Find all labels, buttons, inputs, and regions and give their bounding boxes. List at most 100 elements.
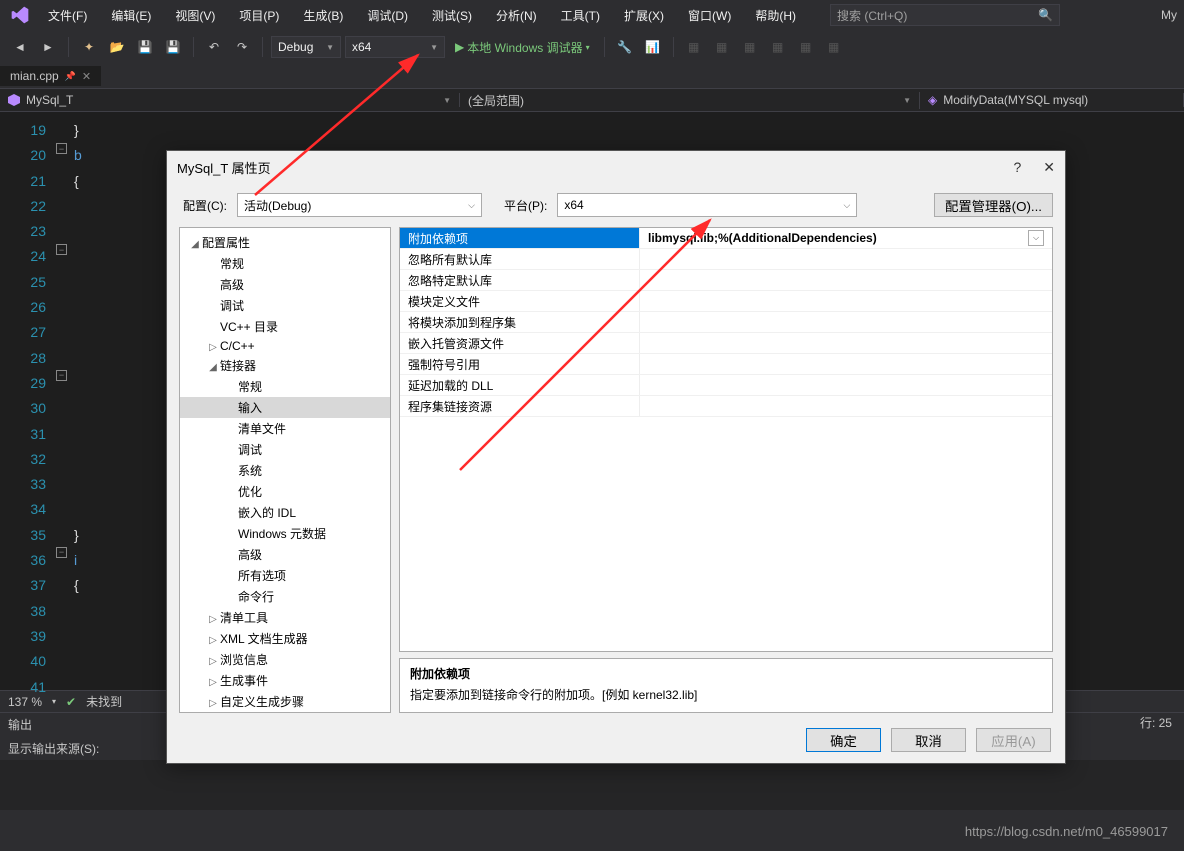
cancel-button[interactable]: 取消 xyxy=(891,728,966,752)
menu-debug[interactable]: 调试(D) xyxy=(357,3,418,28)
solution-platform-dropdown[interactable]: x64▼ xyxy=(345,36,445,58)
property-row[interactable]: 忽略所有默认库 xyxy=(400,249,1052,270)
expand-icon[interactable]: ▷ xyxy=(208,342,218,353)
property-value[interactable] xyxy=(640,354,1052,374)
property-value[interactable] xyxy=(640,270,1052,290)
menu-extensions[interactable]: 扩展(X) xyxy=(614,3,674,28)
expand-icon[interactable]: ▷ xyxy=(208,656,218,667)
output-panel-body[interactable] xyxy=(0,760,1184,810)
property-value[interactable] xyxy=(640,396,1052,416)
property-row[interactable]: 模块定义文件 xyxy=(400,291,1052,312)
apply-button[interactable]: 应用(A) xyxy=(976,728,1051,752)
menu-analyze[interactable]: 分析(N) xyxy=(486,3,547,28)
property-value[interactable] xyxy=(640,249,1052,269)
expand-icon[interactable]: ◢ xyxy=(190,239,200,250)
nav-function-dropdown[interactable]: ◈ ModifyData(MYSQL mysql) xyxy=(920,93,1184,107)
tool-icon[interactable]: ▦ xyxy=(710,35,734,59)
tree-item[interactable]: 命令行 xyxy=(180,586,390,607)
property-grid[interactable]: 附加依赖项libmysql.lib;%(AdditionalDependenci… xyxy=(399,227,1053,652)
config-dropdown[interactable]: 活动(Debug)⌵ xyxy=(237,193,482,217)
expand-icon[interactable]: ▷ xyxy=(208,635,218,646)
property-row[interactable]: 忽略特定默认库 xyxy=(400,270,1052,291)
property-row[interactable]: 强制符号引用 xyxy=(400,354,1052,375)
close-icon[interactable]: ✕ xyxy=(1043,159,1055,176)
tree-item[interactable]: ▷清单工具 xyxy=(180,607,390,628)
tree-item[interactable]: 常规 xyxy=(180,253,390,274)
property-value[interactable] xyxy=(640,333,1052,353)
menu-project[interactable]: 项目(P) xyxy=(229,3,289,28)
tool-icon[interactable]: ▦ xyxy=(738,35,762,59)
tool-icon[interactable]: ▦ xyxy=(682,35,706,59)
property-row[interactable]: 嵌入托管资源文件 xyxy=(400,333,1052,354)
tool-icon[interactable]: 📊 xyxy=(641,35,665,59)
new-project-icon[interactable]: ✦ xyxy=(77,35,101,59)
save-icon[interactable]: 💾 xyxy=(133,35,157,59)
nav-fwd-icon[interactable]: ► xyxy=(36,35,60,59)
tree-item[interactable]: 常规 xyxy=(180,376,390,397)
menu-tools[interactable]: 工具(T) xyxy=(551,3,610,28)
tree-item[interactable]: ◢配置属性 xyxy=(180,232,390,253)
menu-view[interactable]: 视图(V) xyxy=(165,3,225,28)
fold-toggle-icon[interactable]: − xyxy=(56,547,67,558)
tree-item[interactable]: VC++ 目录 xyxy=(180,316,390,337)
tree-item[interactable]: 高级 xyxy=(180,544,390,565)
tree-item[interactable]: ▷浏览信息 xyxy=(180,649,390,670)
expand-icon[interactable]: ▷ xyxy=(208,677,218,688)
property-value[interactable]: libmysql.lib;%(AdditionalDependencies)⌵ xyxy=(640,228,1052,248)
property-tree[interactable]: ◢配置属性常规高级调试VC++ 目录▷C/C++◢链接器常规输入清单文件调试系统… xyxy=(179,227,391,713)
open-icon[interactable]: 📂 xyxy=(105,35,129,59)
expand-icon[interactable]: ▷ xyxy=(208,698,218,709)
config-manager-button[interactable]: 配置管理器(O)... xyxy=(934,193,1053,217)
ok-button[interactable]: 确定 xyxy=(806,728,881,752)
redo-icon[interactable]: ↷ xyxy=(230,35,254,59)
tree-item[interactable]: 系统 xyxy=(180,460,390,481)
property-row[interactable]: 附加依赖项libmysql.lib;%(AdditionalDependenci… xyxy=(400,228,1052,249)
menu-build[interactable]: 生成(B) xyxy=(293,3,353,28)
tree-item[interactable]: ▷生成事件 xyxy=(180,670,390,691)
tree-item[interactable]: ◢链接器 xyxy=(180,355,390,376)
nav-scope-dropdown[interactable]: (全局范围)▼ xyxy=(460,92,920,109)
nav-back-icon[interactable]: ◄ xyxy=(8,35,32,59)
solution-config-dropdown[interactable]: Debug▼ xyxy=(271,36,341,58)
tool-icon[interactable]: 🔧 xyxy=(613,35,637,59)
platform-dropdown[interactable]: x64⌵ xyxy=(557,193,857,217)
tree-item[interactable]: ▷C/C++ xyxy=(180,337,390,355)
tree-item[interactable]: 调试 xyxy=(180,439,390,460)
property-value[interactable] xyxy=(640,375,1052,395)
pin-icon[interactable]: 📌 xyxy=(65,71,76,82)
tree-item[interactable]: Windows 元数据 xyxy=(180,523,390,544)
tree-item[interactable]: 调试 xyxy=(180,295,390,316)
expand-icon[interactable]: ◢ xyxy=(208,362,218,373)
tree-item[interactable]: ▷自定义生成步骤 xyxy=(180,691,390,712)
tree-item[interactable]: 嵌入的 IDL xyxy=(180,502,390,523)
expand-icon[interactable]: ▷ xyxy=(208,614,218,625)
dropdown-icon[interactable]: ⌵ xyxy=(1028,230,1044,246)
menu-test[interactable]: 测试(S) xyxy=(422,3,482,28)
fold-toggle-icon[interactable]: − xyxy=(56,370,67,381)
tree-item[interactable]: 输入 xyxy=(180,397,390,418)
search-input[interactable]: 搜索 (Ctrl+Q) 🔍 xyxy=(830,4,1060,26)
tool-icon[interactable]: ▦ xyxy=(822,35,846,59)
save-all-icon[interactable]: 💾 xyxy=(161,35,185,59)
start-debug-button[interactable]: ▶ 本地 Windows 调试器 ▾ xyxy=(449,39,596,56)
nav-project-dropdown[interactable]: MySql_T▼ xyxy=(0,93,460,107)
menu-file[interactable]: 文件(F) xyxy=(38,3,97,28)
tool-icon[interactable]: ▦ xyxy=(794,35,818,59)
property-value[interactable] xyxy=(640,312,1052,332)
fold-toggle-icon[interactable]: − xyxy=(56,143,67,154)
property-value[interactable] xyxy=(640,291,1052,311)
menu-edit[interactable]: 编辑(E) xyxy=(101,3,161,28)
help-icon[interactable]: ? xyxy=(1013,159,1021,176)
tree-item[interactable]: 优化 xyxy=(180,481,390,502)
tree-item[interactable]: 清单文件 xyxy=(180,418,390,439)
fold-toggle-icon[interactable]: − xyxy=(56,244,67,255)
property-row[interactable]: 程序集链接资源 xyxy=(400,396,1052,417)
tree-item[interactable]: 高级 xyxy=(180,274,390,295)
undo-icon[interactable]: ↶ xyxy=(202,35,226,59)
tree-item[interactable]: ▷代码分析 xyxy=(180,712,390,713)
menu-help[interactable]: 帮助(H) xyxy=(745,3,806,28)
tree-item[interactable]: 所有选项 xyxy=(180,565,390,586)
property-row[interactable]: 延迟加载的 DLL xyxy=(400,375,1052,396)
close-icon[interactable]: ✕ xyxy=(82,70,91,83)
menu-window[interactable]: 窗口(W) xyxy=(678,3,741,28)
